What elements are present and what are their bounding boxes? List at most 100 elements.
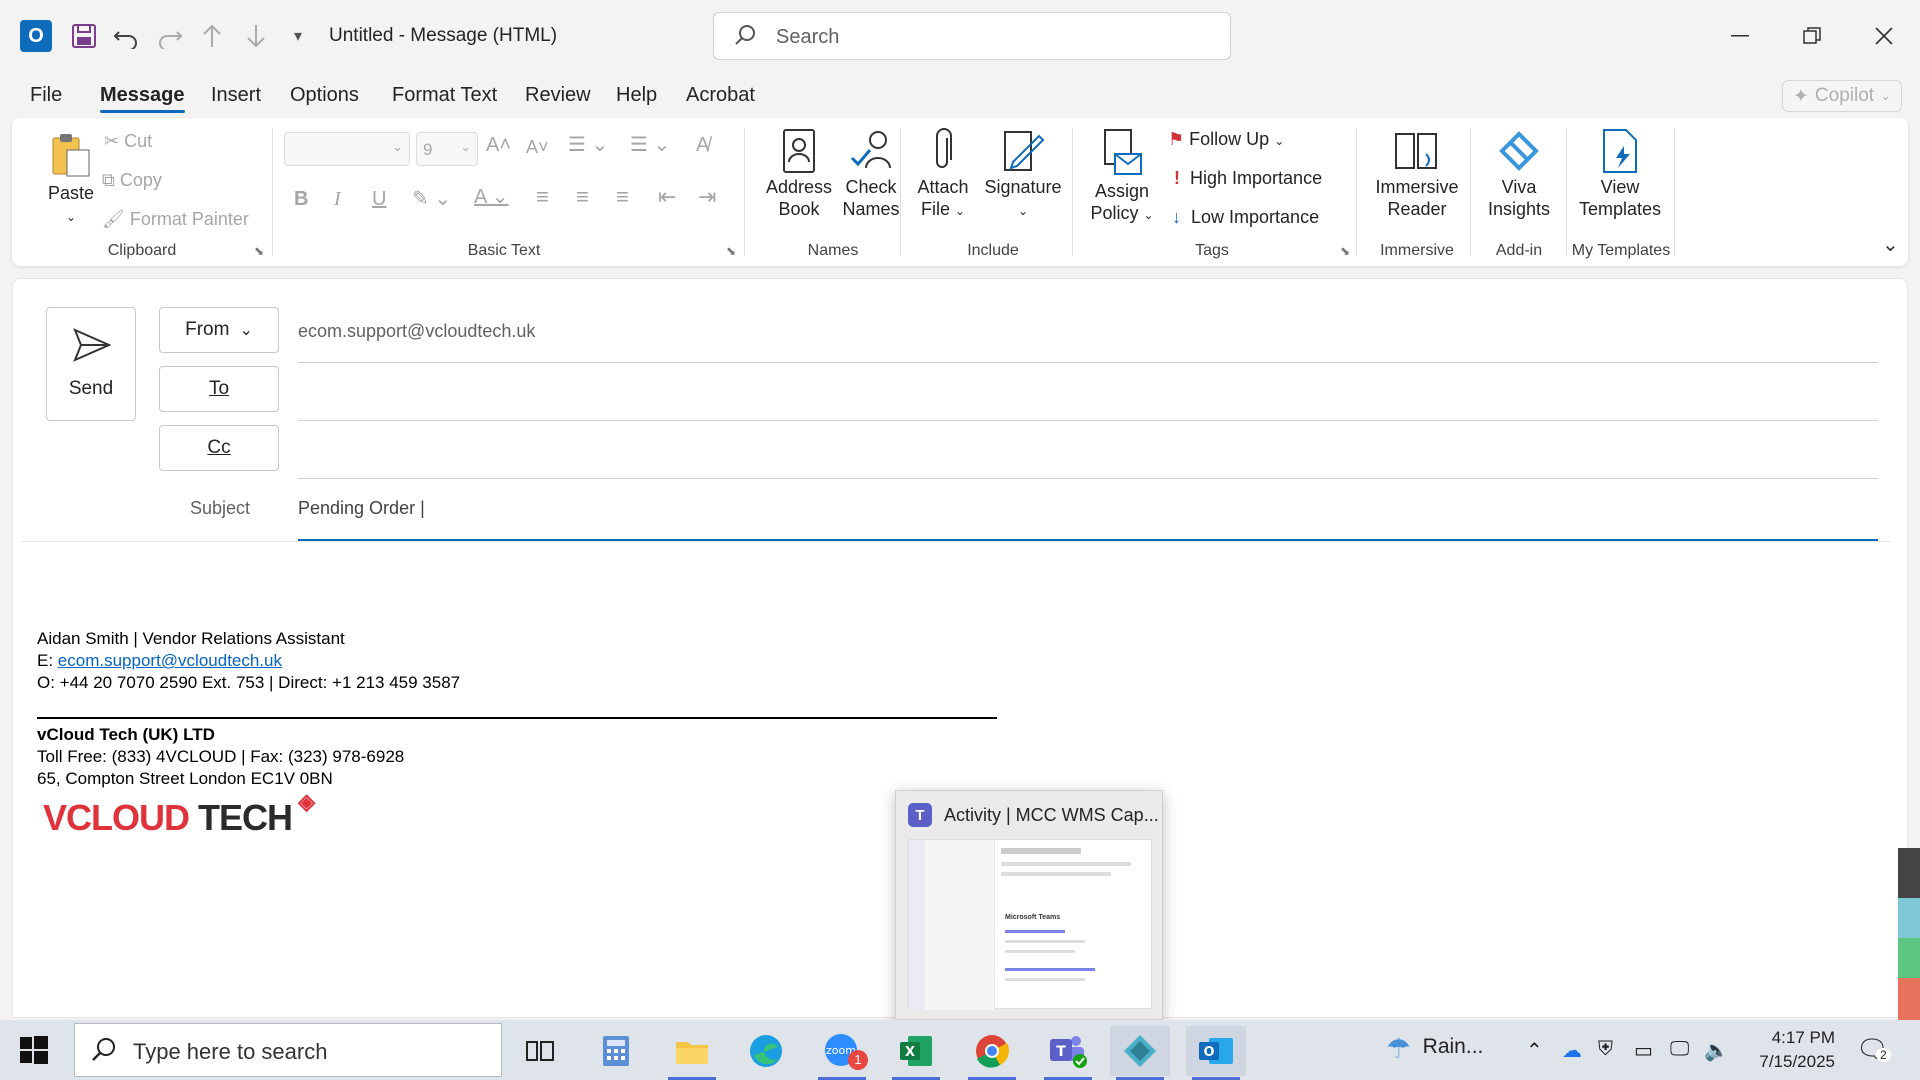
- taskbar-teams[interactable]: T: [1038, 1026, 1098, 1080]
- taskbar-chrome[interactable]: [962, 1026, 1022, 1080]
- taskbar-search[interactable]: Type here to search: [74, 1023, 502, 1077]
- from-button[interactable]: From ⌄: [159, 307, 279, 353]
- clear-formatting-button[interactable]: A̸: [696, 134, 709, 156]
- subject-input[interactable]: Pending Order |: [298, 498, 425, 519]
- security-icon[interactable]: ⛨: [1598, 1038, 1613, 1061]
- grow-font-button[interactable]: A˄: [486, 134, 511, 156]
- copilot-button[interactable]: ✦ Copilot ⌄: [1782, 80, 1902, 112]
- tab-options[interactable]: Options: [290, 84, 359, 107]
- customize-toolbar-icon[interactable]: ▾: [282, 20, 314, 52]
- teams-icon: T: [908, 803, 932, 827]
- copy-button[interactable]: ⧉ Copy: [102, 169, 162, 191]
- font-color-button[interactable]: A ⌄: [474, 186, 509, 208]
- taskbar-outlook[interactable]: O: [1186, 1026, 1246, 1080]
- ribbon-collapse-icon[interactable]: ⌄: [1882, 232, 1899, 257]
- signature-button[interactable]: Signature ⌄: [978, 128, 1068, 222]
- tab-file[interactable]: File: [30, 84, 62, 107]
- network-icon[interactable]: 🖵: [1670, 1038, 1689, 1061]
- format-painter-button[interactable]: 🖌 Format Painter: [102, 208, 249, 230]
- tab-review[interactable]: Review: [525, 84, 591, 107]
- font-name-select[interactable]: ⌄: [284, 132, 410, 166]
- restore-button[interactable]: [1792, 16, 1832, 56]
- assign-policy-icon: [1104, 129, 1142, 175]
- weather-widget[interactable]: ☂ Rain...: [1386, 1032, 1483, 1065]
- taskbar-edge[interactable]: [736, 1026, 796, 1076]
- low-importance-button[interactable]: ↓ Low Importance: [1172, 206, 1319, 228]
- arrow-down-icon[interactable]: [240, 20, 272, 52]
- redo-icon[interactable]: [154, 20, 186, 52]
- viva-insights-button[interactable]: Viva Insights: [1476, 128, 1562, 220]
- underline-button[interactable]: U: [372, 188, 386, 210]
- taskbar-clock[interactable]: 4:17 PM 7/15/2025: [1735, 1026, 1835, 1074]
- cc-input[interactable]: [298, 426, 1878, 470]
- windows-start-button[interactable]: [20, 1036, 48, 1069]
- cc-button[interactable]: Cc: [159, 425, 279, 471]
- tab-insert[interactable]: Insert: [211, 84, 261, 107]
- numbering-button[interactable]: ☰ ⌄: [630, 134, 670, 156]
- align-right-button[interactable]: ≡: [616, 186, 629, 208]
- dialog-launcher-icon[interactable]: ⬊: [1340, 244, 1350, 258]
- immersive-reader-icon: [1395, 133, 1437, 169]
- align-left-button[interactable]: ≡: [536, 186, 549, 208]
- follow-up-button[interactable]: ⚑ Follow Up ⌄: [1168, 128, 1284, 152]
- search-box[interactable]: Search: [713, 12, 1231, 60]
- send-button[interactable]: Send: [46, 307, 136, 421]
- group-separator: [744, 128, 745, 256]
- view-templates-button[interactable]: View Templates: [1572, 128, 1668, 220]
- grow-font-icon: A˄: [486, 134, 512, 156]
- taskbar-calculator[interactable]: [586, 1026, 646, 1076]
- dialog-launcher-icon[interactable]: ⬊: [726, 244, 736, 258]
- chevron-down-icon: ⌄: [392, 139, 403, 154]
- taskbar-app-diamond[interactable]: [1110, 1026, 1170, 1080]
- show-hidden-icons-chevron-up-icon[interactable]: ⌃: [1526, 1038, 1543, 1063]
- increase-indent-button[interactable]: ⇥: [698, 186, 716, 208]
- assign-policy-button[interactable]: Assign Policy ⌄: [1080, 128, 1164, 226]
- group-label-clipboard: Clipboard: [107, 242, 177, 259]
- tab-format-text[interactable]: Format Text: [392, 84, 497, 107]
- volume-icon[interactable]: 🔈: [1704, 1038, 1729, 1063]
- paste-button[interactable]: Paste ⌄: [36, 130, 106, 228]
- chrome-icon: [976, 1035, 1009, 1068]
- highlight-button[interactable]: ✎ ⌄: [412, 188, 451, 210]
- attach-label-1: Attach: [917, 177, 969, 197]
- bold-button[interactable]: B: [294, 188, 308, 210]
- battery-icon[interactable]: ▭: [1634, 1038, 1653, 1063]
- align-center-button[interactable]: ≡: [576, 186, 589, 208]
- paintbrush-icon: 🖌: [102, 209, 125, 229]
- to-input[interactable]: [298, 367, 1878, 411]
- taskbar-zoom[interactable]: zoom 1: [812, 1026, 872, 1080]
- increase-indent-icon: ⇥: [698, 184, 717, 209]
- close-button[interactable]: [1864, 16, 1904, 56]
- notification-center-button[interactable]: 🗨 2: [1856, 1034, 1891, 1065]
- svg-text:O: O: [1203, 1045, 1214, 1060]
- tab-acrobat[interactable]: Acrobat: [686, 84, 755, 107]
- shrink-font-button[interactable]: A˅: [526, 136, 549, 158]
- decrease-indent-button[interactable]: ⇤: [658, 186, 676, 208]
- save-icon[interactable]: [68, 20, 100, 52]
- high-importance-button[interactable]: ! High Importance: [1174, 167, 1322, 189]
- thumbnail-preview: Microsoft Teams: [908, 839, 1152, 1010]
- dialog-launcher-icon[interactable]: ⬊: [254, 244, 264, 258]
- font-size-select[interactable]: 9 ⌄: [416, 132, 478, 166]
- tab-message[interactable]: Message: [100, 84, 185, 113]
- viva-label-1: Viva: [1501, 177, 1537, 197]
- signature-label: Signature: [984, 177, 1062, 197]
- minimize-button[interactable]: [1720, 16, 1760, 56]
- check-names-button[interactable]: Check Names: [826, 128, 916, 220]
- onedrive-cloud-icon[interactable]: ☁: [1562, 1038, 1582, 1063]
- undo-icon[interactable]: [110, 20, 142, 52]
- italic-button[interactable]: I: [334, 188, 341, 210]
- immersive-reader-button[interactable]: Immersive Reader: [1364, 128, 1470, 220]
- taskbar-file-explorer[interactable]: [662, 1026, 722, 1080]
- to-button[interactable]: To: [159, 366, 279, 412]
- signature-email-link[interactable]: ecom.support@vcloudtech.uk: [58, 651, 282, 670]
- teams-window-thumbnail[interactable]: T Activity | MCC WMS Cap... Microsoft Te…: [895, 790, 1163, 1020]
- task-view-button[interactable]: [510, 1026, 570, 1076]
- taskbar-excel[interactable]: X: [886, 1026, 946, 1080]
- tab-help[interactable]: Help: [616, 84, 657, 107]
- arrow-up-icon[interactable]: [196, 20, 228, 52]
- clear-formatting-icon: A̸: [696, 134, 710, 156]
- attach-file-button[interactable]: Attach File ⌄: [910, 128, 976, 222]
- bullets-button[interactable]: ☰ ⌄: [568, 134, 608, 156]
- cut-button[interactable]: ✂ Cut: [104, 130, 152, 152]
